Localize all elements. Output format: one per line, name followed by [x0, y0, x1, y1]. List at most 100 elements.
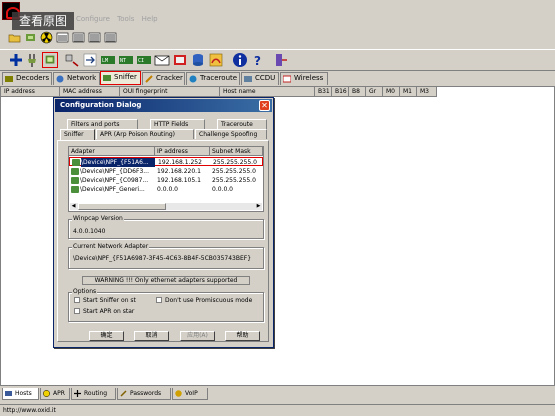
main-tab-bar: Decoders Network Sniffer Cracker Tracero… [0, 71, 555, 85]
tab-label: Network [67, 74, 97, 82]
adapter-row[interactable]: \Device\NPF_{DD6F3... 192.168.220.1 255.… [69, 167, 263, 176]
status-url[interactable]: http://www.oxid.it [3, 407, 56, 414]
winpcap-label: Winpcap Version [72, 215, 124, 222]
no-promiscuous-checkbox[interactable] [156, 297, 162, 303]
plug-icon[interactable] [24, 52, 40, 68]
menu-help[interactable]: Help [142, 15, 158, 23]
adapter-row[interactable]: \Device\NPF_Generi... 0.0.0.0 0.0.0.0 [69, 185, 263, 194]
arrow-scan-icon[interactable] [82, 52, 98, 68]
start-sniffer-checkbox[interactable] [74, 297, 80, 303]
column-b16[interactable]: B16 [332, 87, 349, 97]
tab-filters-and-ports[interactable]: Filters and ports [67, 119, 138, 129]
database-icon[interactable] [190, 52, 206, 68]
open-folder-icon[interactable] [8, 31, 21, 44]
svg-text:CI: CI [138, 58, 144, 64]
tab-traceroute[interactable]: Traceroute [186, 72, 240, 85]
column-ip-address[interactable]: IP address [1, 87, 60, 97]
help-question-icon[interactable]: ? [250, 52, 266, 68]
tab-challenge-spoofing[interactable]: Challenge Spoofing [195, 129, 267, 139]
tab-sniffer[interactable]: Sniffer [100, 71, 141, 85]
apply-button[interactable]: 应用(A) [180, 331, 215, 341]
exit-icon[interactable] [272, 52, 288, 68]
adapter-list-scrollbar[interactable]: ◀ ▶ [70, 203, 262, 210]
rainbow-table-icon[interactable] [208, 52, 224, 68]
certificate-icon[interactable] [172, 52, 188, 68]
network-adapter-icon [71, 168, 79, 175]
mail-icon[interactable] [154, 52, 170, 68]
adapter-mask: 255.255.255.0 [212, 168, 256, 175]
tab-ccdu[interactable]: CCDU [241, 72, 279, 85]
tab-wireless[interactable]: Wireless [280, 72, 328, 85]
status-bar: http://www.oxid.it [0, 404, 555, 416]
column-b31[interactable]: B31 [315, 87, 332, 97]
scroll-left-icon[interactable]: ◀ [70, 203, 77, 210]
info-icon[interactable] [232, 52, 248, 68]
dialog-title-text: Configuration Dialog [60, 101, 142, 109]
start-sniffer-icon[interactable] [42, 52, 58, 68]
pwdump-icon[interactable] [72, 31, 85, 44]
column-b8[interactable]: B8 [349, 87, 366, 97]
cracker-icon [145, 75, 153, 83]
ntlm-icon[interactable]: NT [118, 52, 134, 68]
column-m0[interactable]: M0 [383, 87, 400, 97]
tab-label: Routing [84, 390, 108, 397]
adapter-row[interactable]: \Device\NPF_{F51A6... 192.168.1.252 255.… [69, 157, 263, 167]
wireless-icon [283, 75, 291, 83]
dialog-title: Configuration Dialog ✕ [55, 99, 272, 112]
hash-calc-icon[interactable]: LM [100, 52, 116, 68]
view-original-overlay[interactable]: 查看原图 [12, 12, 74, 30]
start-apr-checkbox[interactable] [74, 308, 80, 314]
tab-http-fields[interactable]: HTTP Fields [150, 119, 205, 129]
column-m1[interactable]: M1 [400, 87, 417, 97]
routing-icon [74, 390, 81, 397]
column-m3[interactable]: M3 [417, 87, 437, 97]
add-icon[interactable] [8, 52, 24, 68]
options-label: Options [72, 288, 98, 295]
adapter-row[interactable]: \Device\NPF_{C0987... 192.168.105.1 255.… [69, 176, 263, 185]
current-adapter-value: \Device\NPF_{F51A6987-3F45-4C63-8B4F-5CB… [73, 255, 252, 262]
tab-cracker[interactable]: Cracker [142, 72, 185, 85]
start-apr-icon[interactable] [64, 52, 80, 68]
tab-routing[interactable]: Routing [71, 388, 116, 400]
column-subnet-mask[interactable]: Subnet Mask [210, 147, 263, 156]
close-icon[interactable]: ✕ [259, 100, 270, 111]
wireless-scan-icon[interactable] [104, 31, 117, 44]
start-apr-label: Start APR on star [83, 308, 135, 315]
start-sniffer-label: Start Sniffer on st [83, 297, 136, 304]
column-oui-fingerprint[interactable]: OUI fingerprint [120, 87, 220, 97]
column-adapter-ip[interactable]: IP address [155, 147, 210, 156]
adapter-ip: 192.168.220.1 [157, 168, 201, 175]
scroll-right-icon[interactable]: ▶ [255, 203, 262, 210]
current-adapter-label: Current Network Adapter [72, 243, 150, 250]
column-gr[interactable]: Gr [366, 87, 383, 97]
column-adapter[interactable]: Adapter [69, 147, 155, 156]
adapter-ip: 192.168.1.252 [158, 159, 202, 166]
tab-hosts[interactable]: Hosts [2, 388, 39, 400]
tab-label: Wireless [294, 74, 324, 82]
cisco-icon[interactable]: CI [136, 52, 152, 68]
menu-tools[interactable]: Tools [117, 15, 134, 23]
tab-traceroute-config[interactable]: Traceroute [217, 119, 267, 129]
sniffer-trace-icon[interactable] [56, 31, 69, 44]
menu-configure[interactable]: Configure [76, 15, 110, 23]
tab-apr-config[interactable]: APR (Arp Poison Routing) [96, 129, 194, 139]
column-host-name[interactable]: Host name [220, 87, 315, 97]
tab-decoders[interactable]: Decoders [2, 72, 52, 85]
tab-network[interactable]: Network [53, 72, 100, 85]
network-adapter-icon [72, 159, 80, 166]
column-mac-address[interactable]: MAC address [60, 87, 120, 97]
lsa-dump-icon[interactable] [88, 31, 101, 44]
tab-voip[interactable]: VoIP [172, 388, 208, 400]
network-card-icon[interactable] [24, 31, 37, 44]
adapter-mask: 0.0.0.0 [212, 186, 233, 193]
radiation-icon[interactable] [40, 31, 53, 44]
help-button[interactable]: 帮助 [225, 331, 260, 341]
tab-apr[interactable]: APR [40, 388, 70, 400]
tab-label: Passwords [130, 390, 162, 397]
tab-label: APR [53, 390, 65, 397]
adapter-list[interactable]: Adapter IP address Subnet Mask \Device\N… [68, 146, 264, 212]
scrollbar-thumb[interactable] [78, 203, 166, 210]
cancel-button[interactable]: 取消 [134, 331, 169, 341]
tab-passwords[interactable]: Passwords [117, 388, 171, 400]
ok-button[interactable]: 确定 [89, 331, 124, 341]
